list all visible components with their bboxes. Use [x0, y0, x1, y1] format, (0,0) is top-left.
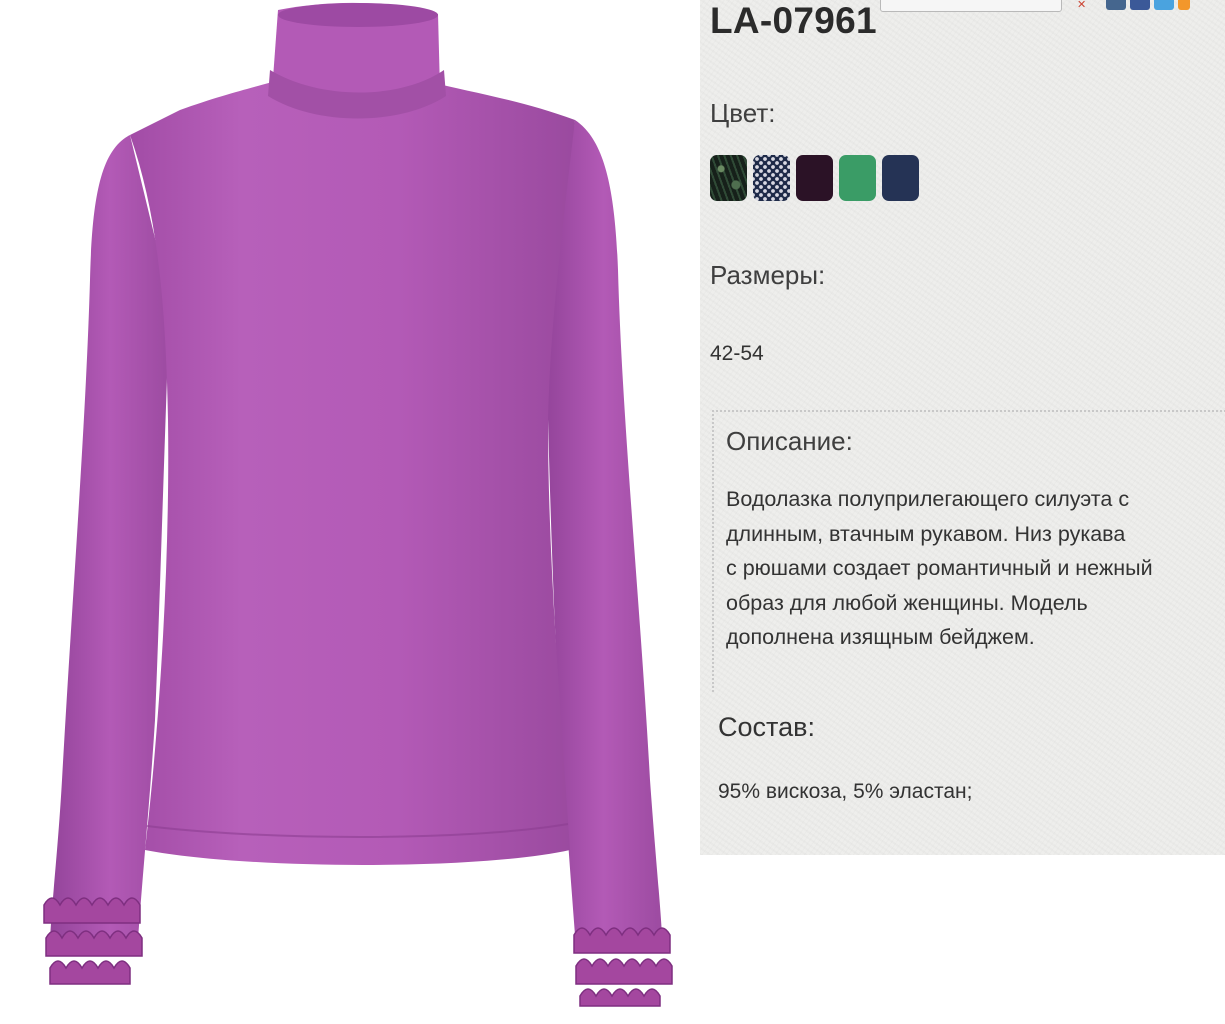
product-article: LA-07961: [710, 0, 877, 41]
sizes-label: Размеры:: [710, 260, 826, 290]
close-icon[interactable]: ✕: [1077, 0, 1086, 11]
page-blank-area: [700, 855, 1225, 1024]
color-swatches: [710, 155, 919, 201]
swatch-navy[interactable]: [882, 155, 919, 201]
vk-share-icon[interactable]: [1106, 0, 1126, 10]
swatch-dark-plum[interactable]: [796, 155, 833, 201]
twitter-share-icon[interactable]: [1154, 0, 1174, 10]
composition-title: Состав:: [718, 712, 815, 742]
sizes-value: 42-54: [710, 342, 764, 365]
swatch-green[interactable]: [839, 155, 876, 201]
facebook-share-icon[interactable]: [1130, 0, 1150, 10]
swatch-navy-polka-dot[interactable]: [753, 155, 790, 201]
top-search-field[interactable]: [880, 0, 1062, 12]
color-label: Цвет:: [710, 98, 776, 128]
share-icons: [1106, 0, 1190, 10]
swatch-dark-green-print[interactable]: [710, 155, 747, 201]
product-image: [0, 0, 700, 1024]
description-title: Описание:: [726, 426, 853, 456]
turtleneck-illustration: [43, 2, 673, 1007]
odnoklassniki-share-icon[interactable]: [1178, 0, 1190, 10]
composition-value: 95% вискоза, 5% эластан;: [718, 780, 973, 803]
description-text: Водолазка полуприлегающего силуэта с дли…: [726, 487, 1153, 649]
product-info-panel: ✕ LA-07961 Цвет: Размеры: 42-54 Описание…: [700, 0, 1225, 855]
